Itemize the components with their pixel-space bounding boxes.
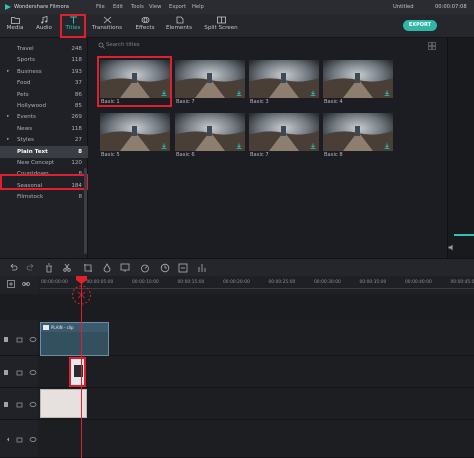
track-4-controls[interactable] (3, 436, 37, 443)
timeline-toolbar (0, 258, 474, 276)
ruler-tick-label: 00:00:25:00 (268, 280, 296, 285)
thumbnail-label: Basic 5 (101, 152, 120, 158)
volume-slider[interactable] (454, 234, 474, 236)
green-screen-icon[interactable] (120, 263, 130, 273)
undo-icon[interactable] (8, 263, 18, 273)
ruler-tick-label: 00:00:35:00 (359, 280, 387, 285)
download-icon[interactable] (310, 143, 316, 149)
title-thumbnail[interactable]: Basic 6 (175, 113, 245, 158)
title-clip[interactable] (69, 357, 86, 387)
title-thumbnail[interactable]: Basic 4 (323, 60, 393, 105)
thumbnail-label: Basic 3 (250, 99, 269, 105)
clip-thumb-icon (43, 325, 49, 330)
thumbnail-image (175, 60, 245, 98)
add-track-icon[interactable] (7, 280, 15, 288)
video-clip[interactable]: PLAIN - clip (40, 322, 109, 356)
ruler-tick-label: 00:00:20:00 (223, 280, 250, 285)
track-2-controls[interactable] (3, 369, 37, 376)
ruler-tick-label: 00:00:00:00 (41, 280, 68, 285)
download-icon[interactable] (310, 90, 316, 96)
crop-icon[interactable] (83, 263, 93, 273)
thumbnail-image (175, 113, 245, 151)
color-icon[interactable] (102, 263, 112, 273)
thumbnail-image (249, 60, 319, 98)
ruler-tick-label: 00:00:45:00 (450, 280, 474, 285)
download-icon[interactable] (161, 143, 167, 149)
preview-panel-edge (447, 38, 474, 258)
thumbnail-label: Basic 6 (176, 152, 195, 158)
speed-icon[interactable] (140, 263, 150, 273)
basic-1-highlight (97, 56, 172, 107)
title-thumbnail-grid: Basic 1 Basic 7 Basic 3 Basic 4 Basic 5 Basic… (0, 0, 474, 258)
thumbnail-image (100, 113, 170, 151)
color-clip[interactable] (40, 389, 87, 418)
title-thumbnail[interactable]: Basic 7 (249, 113, 319, 158)
playhead-line (81, 280, 82, 458)
timer-icon[interactable] (160, 263, 170, 273)
title-thumbnail[interactable]: Basic 7 (175, 60, 245, 105)
download-icon[interactable] (236, 90, 242, 96)
thumbnail-label: Basic 7 (250, 152, 269, 158)
download-icon[interactable] (384, 90, 390, 96)
audio-mixer-icon[interactable] (197, 263, 207, 273)
delete-icon[interactable] (44, 263, 54, 273)
thumbnail-label: Basic 8 (324, 152, 343, 158)
track-row (0, 420, 474, 458)
clip-waveform (41, 332, 108, 355)
scissors-icon[interactable] (62, 263, 72, 273)
playhead-handle-icon[interactable] (76, 276, 87, 284)
thumbnail-image (323, 60, 393, 98)
ruler-tick-label: 00:00:10:00 (132, 280, 159, 285)
ruler-tick-label: 00:00:30:00 (314, 280, 341, 285)
ruler-tick-label: 00:00:15:00 (177, 280, 205, 285)
title-thumbnail[interactable]: Basic 5 (100, 113, 170, 158)
link-icon[interactable] (22, 280, 30, 288)
download-icon[interactable] (236, 143, 242, 149)
thumbnail-image (249, 113, 319, 151)
ruler-baseline (40, 288, 474, 289)
thumbnail-label: Basic 4 (324, 99, 343, 105)
ruler-corner (0, 276, 38, 294)
thumbnail-label: Basic 7 (176, 99, 195, 105)
title-thumbnail[interactable]: Basic 3 (249, 60, 319, 105)
track-3-controls[interactable] (3, 401, 37, 408)
redo-icon[interactable] (26, 263, 36, 273)
title-thumbnail[interactable]: Basic 8 (323, 113, 393, 158)
speaker-icon[interactable] (448, 244, 456, 251)
download-icon[interactable] (384, 143, 390, 149)
track-1-controls[interactable] (3, 336, 37, 343)
thumbnail-image (323, 113, 393, 151)
ruler-tick-label: 00:00:40:00 (405, 280, 432, 285)
zoom-fit-icon[interactable] (178, 263, 188, 273)
video-clip-label: PLAIN - clip (51, 325, 74, 330)
playhead-drag-marker[interactable] (71, 284, 92, 306)
